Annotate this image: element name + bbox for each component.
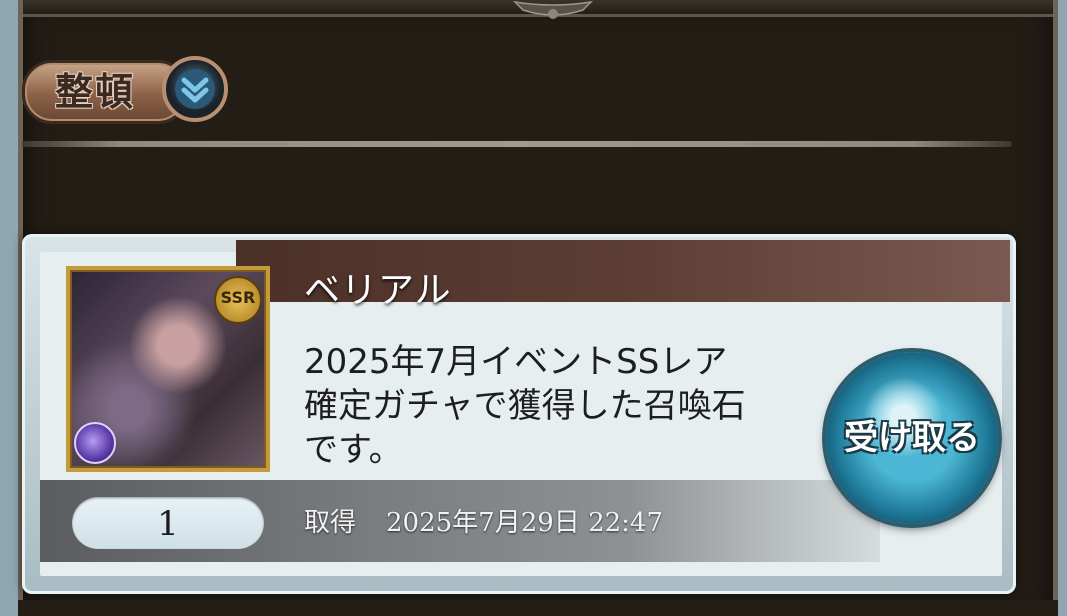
section-divider: [22, 141, 1012, 147]
acquired-info: 取得 2025年7月29日 22:47: [304, 497, 663, 549]
quantity-field: 1: [72, 497, 264, 549]
item-description: 2025年7月イベントSSレア 確定ガチャで獲得した召喚石 です。: [304, 342, 746, 470]
receive-label: 受け取る: [844, 418, 980, 458]
acquired-date: 2025年7月29日 22:47: [386, 508, 664, 538]
ornament-icon: [513, 0, 593, 19]
ssr-rarity-badge: SSR: [214, 276, 262, 324]
sort-label: 整頓: [55, 70, 136, 114]
sort-button[interactable]: 整頓: [22, 56, 228, 124]
dark-element-icon: [74, 422, 116, 464]
frame-bottom: [18, 600, 1058, 616]
acquired-label: 取得: [304, 508, 357, 538]
summon-thumbnail[interactable]: SSR: [66, 266, 270, 472]
chevron-double-down-icon: [162, 56, 228, 122]
receive-button[interactable]: 受け取る: [826, 352, 998, 524]
item-name: ベリアル: [304, 270, 452, 311]
